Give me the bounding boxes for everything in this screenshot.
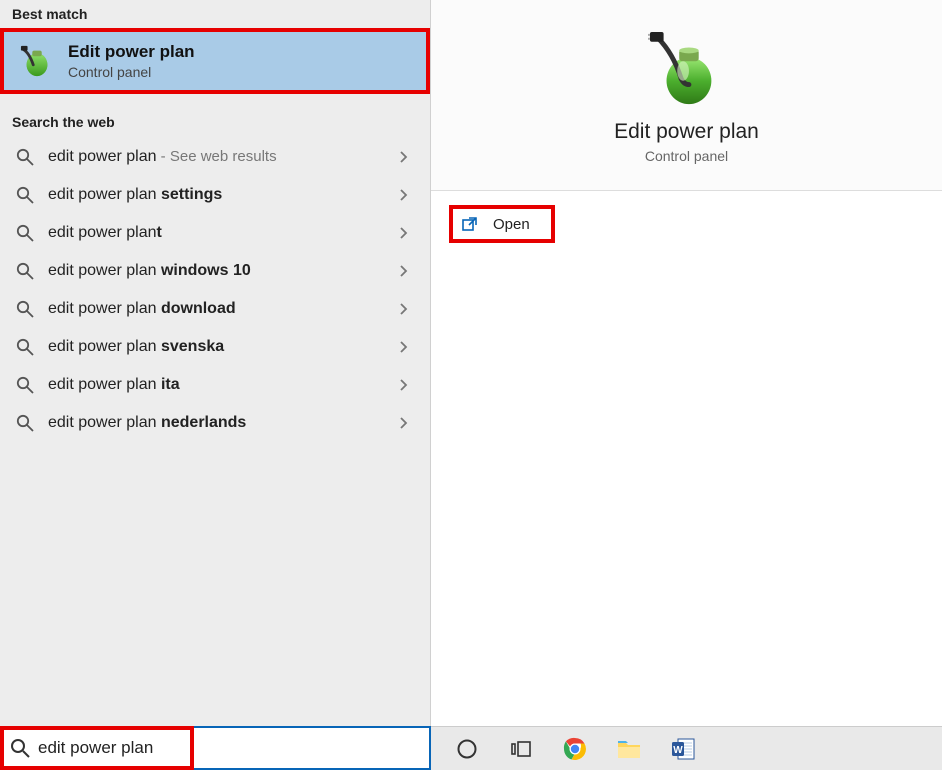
results-pane: Best match Edit power plan Control panel xyxy=(0,0,431,726)
search-icon xyxy=(16,224,34,242)
web-result-label: edit power plan windows 10 xyxy=(48,262,399,280)
best-match-subtitle: Control panel xyxy=(68,64,195,80)
web-result[interactable]: edit power plan ita xyxy=(0,366,430,404)
detail-actions: Open xyxy=(431,191,942,257)
search-icon xyxy=(16,186,34,204)
search-icon xyxy=(16,376,34,394)
svg-text:W: W xyxy=(673,745,683,756)
taskbar-chrome[interactable] xyxy=(551,727,599,770)
search-box[interactable] xyxy=(0,726,431,770)
search-icon xyxy=(16,262,34,280)
web-result[interactable]: edit power plan svenska xyxy=(0,328,430,366)
taskbar: W xyxy=(0,726,942,770)
taskbar-file-explorer[interactable] xyxy=(605,727,653,770)
web-result[interactable]: edit power plan download xyxy=(0,290,430,328)
web-result[interactable]: edit power plan settings xyxy=(0,176,430,214)
web-result-label: edit power plant xyxy=(48,224,399,242)
battery-icon-large xyxy=(648,30,726,108)
open-external-icon xyxy=(461,215,479,233)
chevron-right-icon[interactable] xyxy=(399,150,414,164)
web-result[interactable]: edit power plan nederlands xyxy=(0,404,430,442)
chevron-right-icon[interactable] xyxy=(399,416,414,430)
search-icon xyxy=(16,338,34,356)
search-icon xyxy=(16,300,34,318)
web-result-label: edit power plan ita xyxy=(48,376,399,394)
search-popup: Best match Edit power plan Control panel xyxy=(0,0,942,726)
taskbar-word[interactable]: W xyxy=(659,727,707,770)
web-result[interactable]: edit power plan windows 10 xyxy=(0,252,430,290)
best-match-result[interactable]: Edit power plan Control panel xyxy=(0,28,430,94)
battery-icon xyxy=(20,44,54,78)
chevron-right-icon[interactable] xyxy=(399,264,414,278)
taskbar-apps: W xyxy=(431,726,942,770)
chevron-right-icon[interactable] xyxy=(399,226,414,240)
taskbar-task-view[interactable] xyxy=(497,727,545,770)
detail-header: Edit power plan Control panel xyxy=(431,0,942,191)
web-results-list: edit power plan - See web results edit po… xyxy=(0,138,430,442)
detail-title: Edit power plan xyxy=(614,120,759,144)
chevron-right-icon[interactable] xyxy=(399,340,414,354)
best-match-texts: Edit power plan Control panel xyxy=(68,42,195,80)
best-match-title: Edit power plan xyxy=(68,42,195,62)
detail-subtitle: Control panel xyxy=(645,148,728,164)
open-action[interactable]: Open xyxy=(449,205,555,243)
search-icon xyxy=(16,148,34,166)
taskbar-cortana[interactable] xyxy=(443,727,491,770)
chevron-right-icon[interactable] xyxy=(399,378,414,392)
search-input[interactable] xyxy=(38,738,421,758)
web-result-label: edit power plan settings xyxy=(48,186,399,204)
search-icon xyxy=(10,738,30,758)
search-icon xyxy=(16,414,34,432)
web-result-label: edit power plan svenska xyxy=(48,338,399,356)
open-label: Open xyxy=(493,216,530,233)
web-result-label: edit power plan nederlands xyxy=(48,414,399,432)
detail-pane: Edit power plan Control panel Open xyxy=(431,0,942,726)
chevron-right-icon[interactable] xyxy=(399,188,414,202)
web-result-label: edit power plan download xyxy=(48,300,399,318)
best-match-label: Best match xyxy=(0,0,430,28)
web-result-label: edit power plan - See web results xyxy=(48,148,399,166)
chevron-right-icon[interactable] xyxy=(399,302,414,316)
web-result[interactable]: edit power plan - See web results xyxy=(0,138,430,176)
search-web-label: Search the web xyxy=(0,108,430,136)
web-result[interactable]: edit power plant xyxy=(0,214,430,252)
